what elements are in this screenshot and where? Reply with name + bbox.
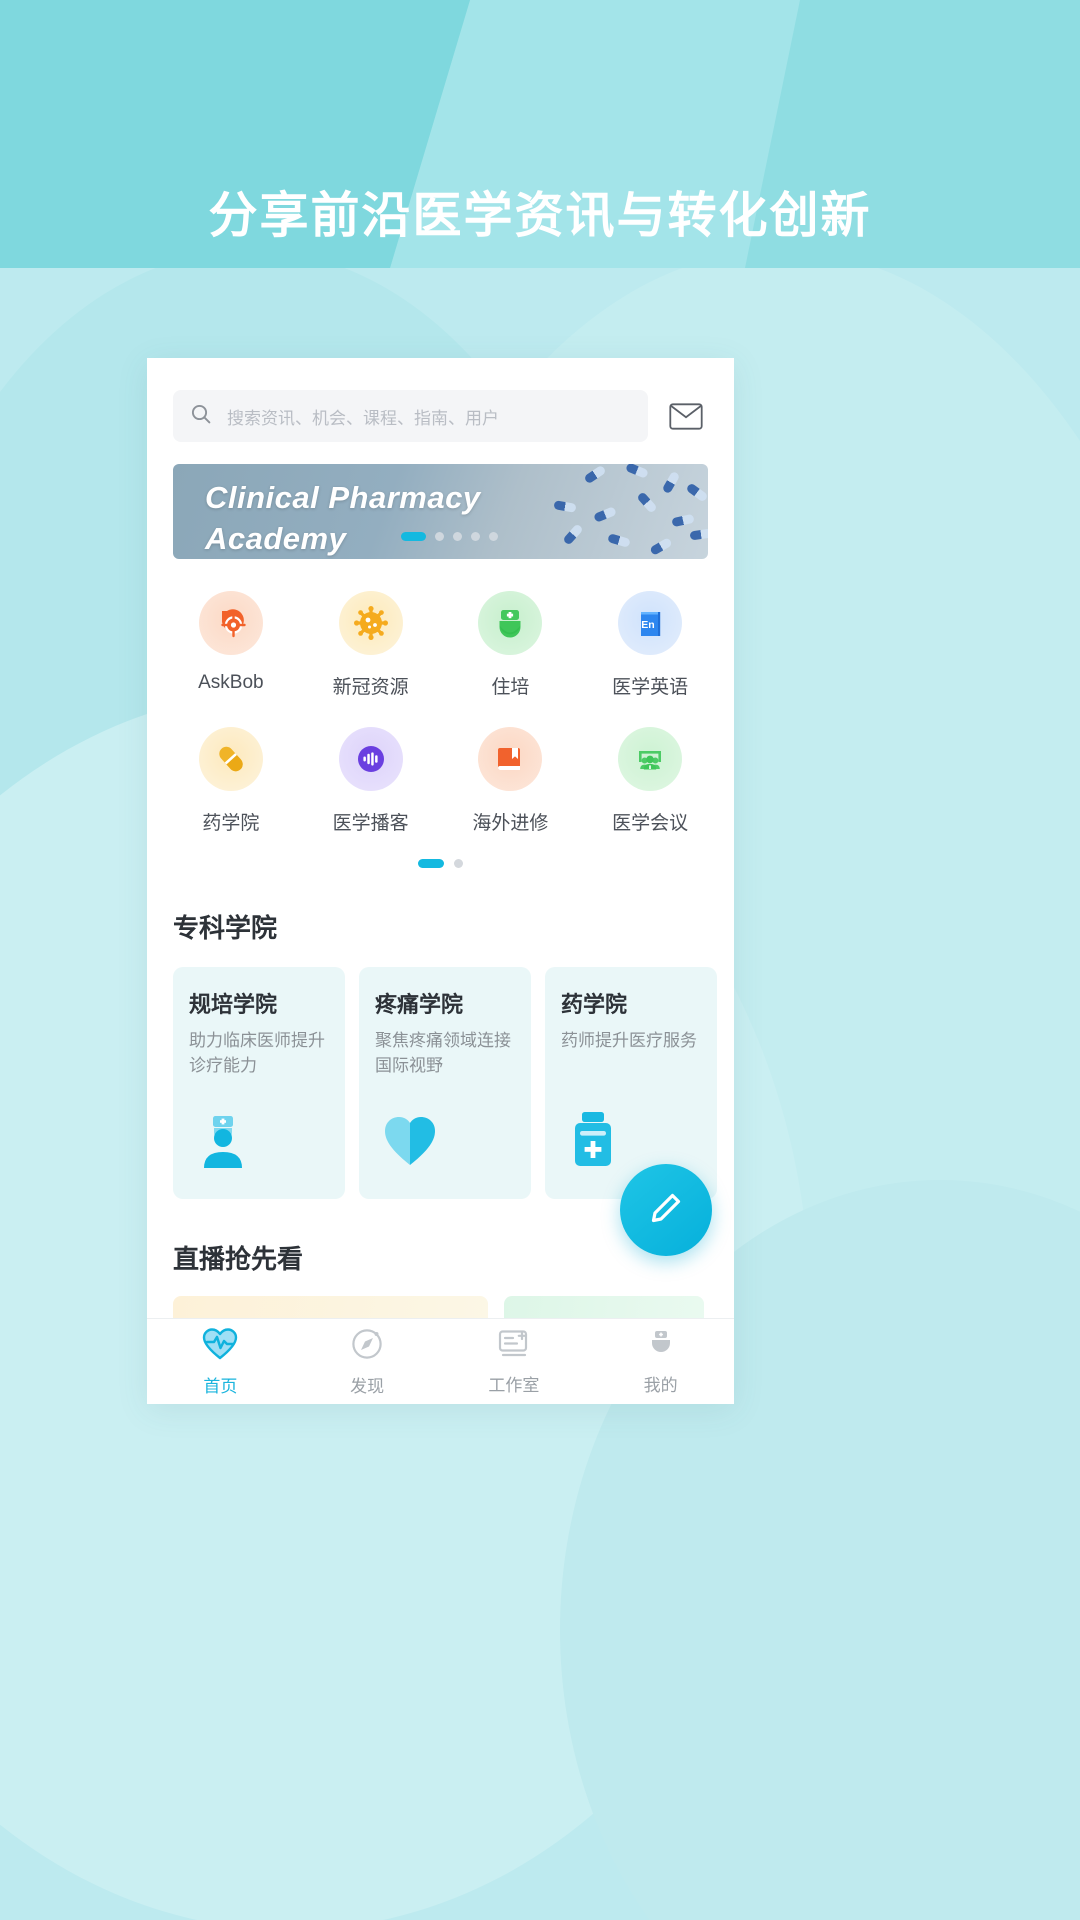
bookmark-book-icon: [478, 727, 543, 791]
nurse-person-icon: [195, 1110, 253, 1173]
shortcut-medical-conference[interactable]: 医学会议: [580, 717, 720, 845]
compose-fab[interactable]: [620, 1164, 712, 1256]
card-title: 疼痛学院: [375, 992, 464, 1017]
shortcut-label: 住培: [491, 677, 530, 698]
grid-dot[interactable]: [454, 859, 463, 868]
banner-pill-image: [458, 464, 708, 559]
banner-dot[interactable]: [471, 532, 480, 541]
target-icon: [198, 591, 263, 655]
banner-title-line1: Clinical Pharmacy: [205, 480, 481, 515]
shortcut-label: 医学播客: [332, 813, 409, 834]
svg-text:En: En: [641, 619, 654, 631]
book-en-icon: En: [618, 591, 683, 655]
tab-workspace[interactable]: 工作室: [441, 1319, 588, 1404]
shortcut-covid-resources[interactable]: 新冠资源: [301, 581, 441, 709]
shortcut-label: 新冠资源: [332, 677, 409, 698]
mail-icon[interactable]: [664, 394, 708, 438]
promo-banner[interactable]: Clinical Pharmacy Academy: [173, 464, 708, 559]
tab-home[interactable]: 首页: [147, 1319, 294, 1404]
pencil-icon: [645, 1187, 687, 1234]
conference-icon: [618, 727, 683, 791]
banner-dot[interactable]: [489, 532, 498, 541]
specialty-card-pain[interactable]: 疼痛学院 聚焦疼痛领域连接国际视野: [359, 967, 531, 1199]
shortcut-label: 海外进修: [472, 813, 549, 834]
tab-label: 我的: [643, 1375, 678, 1395]
podcast-icon: [338, 727, 403, 791]
search-icon: [189, 402, 213, 431]
card-desc: 助力临床医师提升诊疗能力: [189, 1031, 325, 1075]
shortcut-overseas-study[interactable]: 海外进修: [441, 717, 581, 845]
shortcut-medical-english[interactable]: En 医学英语: [580, 581, 720, 709]
virus-icon: [338, 591, 403, 655]
shortcut-medical-podcast[interactable]: 医学播客: [301, 717, 441, 845]
specialty-card-residency[interactable]: 规培学院 助力临床医师提升诊疗能力: [173, 967, 345, 1199]
search-placeholder-text: 搜索资讯、机会、课程、指南、用户: [227, 408, 499, 428]
grid-pagination[interactable]: [147, 859, 734, 868]
shortcut-grid: AskBob 新冠资源 住培 En 医学英语 药学院 医学播客 海外进修 医学会…: [147, 581, 734, 845]
nurse-cap-icon: [478, 591, 543, 655]
compass-icon: [350, 1327, 384, 1366]
page-headline: 分享前沿医学资讯与转化创新: [208, 189, 872, 243]
card-title: 药学院: [561, 992, 628, 1017]
specialty-section-title: 专科学院: [173, 913, 278, 943]
shortcut-askbob[interactable]: AskBob: [161, 581, 301, 709]
shortcut-label: 医学英语: [612, 677, 689, 698]
phone-screen: 搜索资讯、机会、课程、指南、用户 Clinical Pharmacy Acade…: [147, 358, 734, 1404]
search-row: 搜索资讯、机会、课程、指南、用户: [147, 358, 734, 442]
tab-discover[interactable]: 发现: [294, 1319, 441, 1404]
shortcut-label: AskBob: [198, 672, 264, 693]
banner-pagination[interactable]: [401, 532, 498, 541]
banner-dot[interactable]: [435, 532, 444, 541]
banner-dot[interactable]: [453, 532, 462, 541]
shortcut-pharmacy-academy[interactable]: 药学院: [161, 717, 301, 845]
card-desc: 药师提升医疗服务: [561, 1031, 697, 1050]
tab-label: 工作室: [488, 1375, 540, 1395]
shortcut-label: 药学院: [202, 813, 260, 834]
banner-dot[interactable]: [401, 532, 426, 541]
card-desc: 聚焦疼痛领域连接国际视野: [375, 1031, 511, 1075]
workspace-icon: [497, 1328, 531, 1365]
search-input[interactable]: 搜索资讯、机会、课程、指南、用户: [173, 390, 648, 442]
specialty-card-pharmacy[interactable]: 药学院 药师提升医疗服务: [545, 967, 717, 1199]
tab-profile[interactable]: 我的: [587, 1319, 734, 1404]
shortcut-residency[interactable]: 住培: [441, 581, 581, 709]
card-title: 规培学院: [189, 992, 278, 1017]
capsule-icon: [198, 727, 263, 791]
tab-label: 发现: [350, 1376, 385, 1396]
grid-dot[interactable]: [418, 859, 444, 868]
bottom-tabbar: 首页 发现 工作室 我的: [147, 1318, 734, 1404]
heart-icon: [381, 1114, 439, 1173]
shortcut-label: 医学会议: [612, 813, 689, 834]
specialty-card-list: 规培学院 助力临床医师提升诊疗能力 疼痛学院 聚焦疼痛领域连接国际视野 药学院 …: [147, 967, 734, 1199]
banner-title: Clinical Pharmacy Academy: [205, 478, 481, 559]
profile-icon: [644, 1328, 678, 1365]
heart-pulse-icon: [202, 1327, 238, 1366]
medicine-bottle-icon: [567, 1110, 619, 1173]
tab-label: 首页: [203, 1376, 238, 1396]
